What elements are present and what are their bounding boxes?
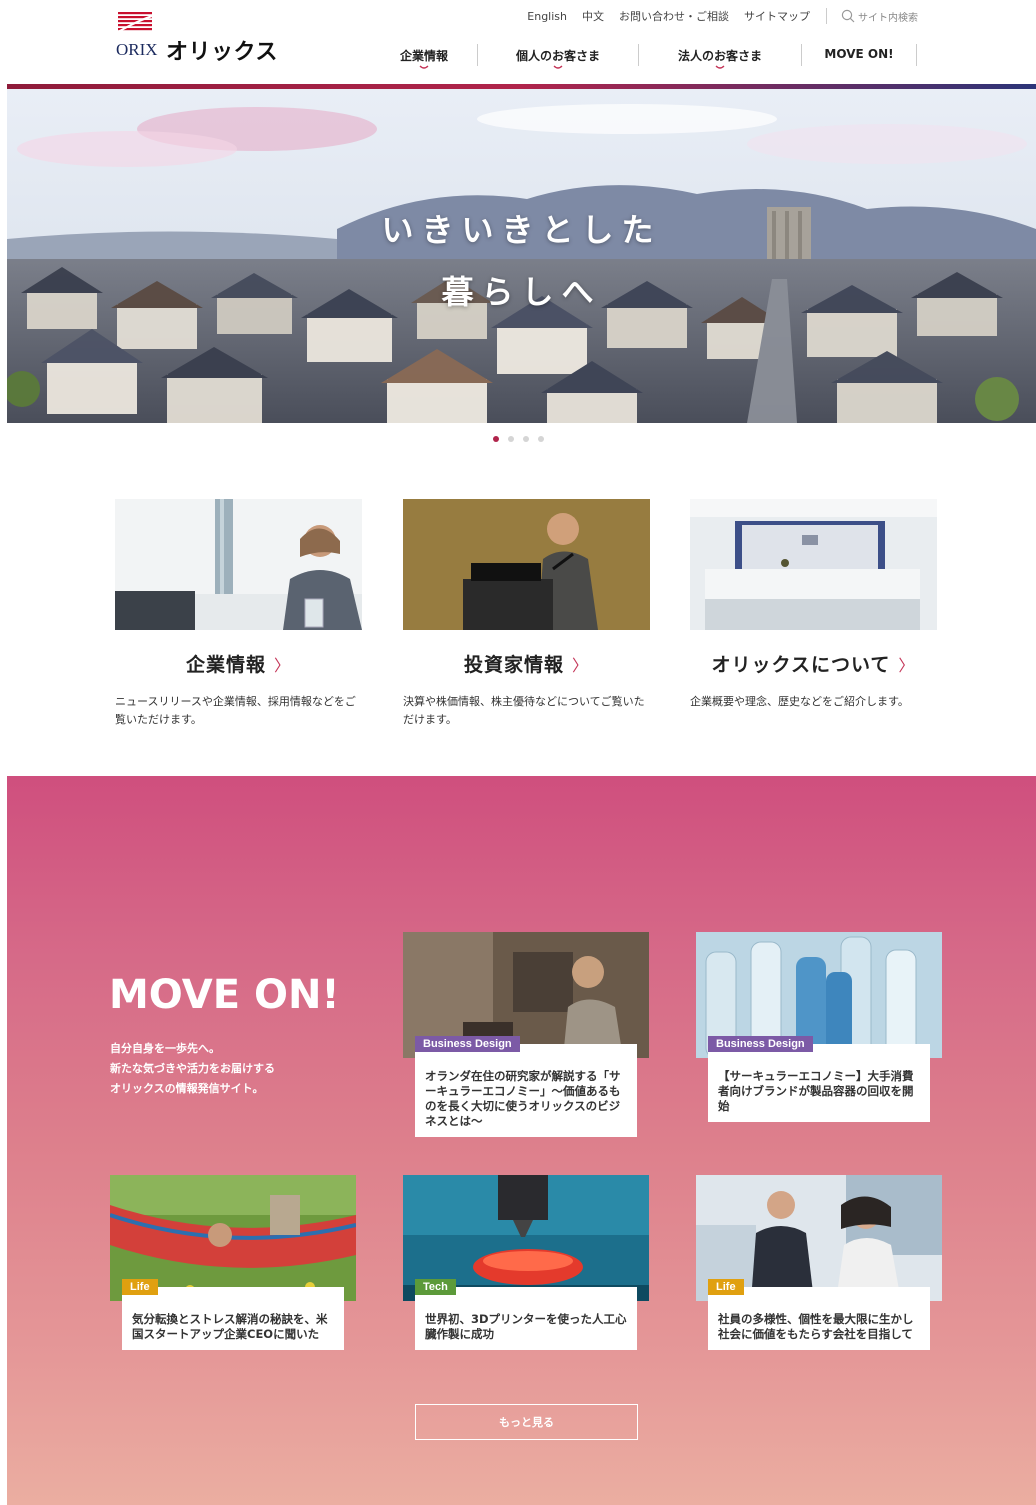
article-card[interactable]: Business Design 【サーキュラーエコノミー】大手消費者向けブランド… bbox=[696, 932, 942, 1122]
chevron-right-icon: 〉 bbox=[898, 656, 916, 675]
card-about[interactable]: オリックスについて〉 企業概要や理念、歴史などをご紹介します。 bbox=[690, 499, 937, 711]
moveon-logo[interactable]: MOVE ON! bbox=[109, 972, 340, 1018]
global-nav: 企業情報 個人のお客さま 法人のお客さま MOVE ON! bbox=[0, 40, 1036, 74]
hero-title-line2: 暮らしへ bbox=[441, 273, 602, 311]
orix-logo-mark-icon bbox=[117, 12, 153, 33]
businesswoman-office-photo bbox=[115, 499, 362, 630]
speaker-podium-photo bbox=[403, 499, 650, 630]
gnav-individual-label: 個人のお客さま bbox=[515, 49, 600, 63]
gnav-moveon[interactable]: MOVE ON! bbox=[820, 40, 898, 74]
chevron-right-icon: 〉 bbox=[274, 656, 292, 675]
moveon-section: MOVE ON! 自分自身を一歩先へ。 新たな気づきや活力をお届けする オリック… bbox=[7, 776, 1036, 1505]
card-investor[interactable]: 投資家情報〉 決算や株価情報、株主優待などについてご覧いただけます。 bbox=[403, 499, 650, 729]
gnav-divider bbox=[801, 44, 802, 66]
article-card[interactable]: Business Design オランダ在住の研究家が解説する「サーキュラーエコ… bbox=[403, 932, 649, 1137]
utility-divider bbox=[826, 8, 827, 24]
card-about-desc: 企業概要や理念、歴史などをご紹介します。 bbox=[690, 695, 909, 708]
card-corporate[interactable]: 企業情報〉 ニュースリリースや企業情報、採用情報などをご覧いただけます。 bbox=[115, 499, 362, 729]
moveon-desc-line: 自分自身を一歩先へ。 bbox=[110, 1042, 220, 1055]
category-tag: Tech bbox=[415, 1279, 456, 1295]
search-icon bbox=[841, 9, 855, 23]
article-title[interactable]: 世界初、3Dプリンターを使った人工心臓作製に成功 bbox=[425, 1312, 627, 1342]
article-title[interactable]: 社員の多様性、個性を最大限に生かし社会に価値をもたらす会社を目指して bbox=[718, 1312, 920, 1342]
article-text-box: Life 気分転換とストレス解消の秘訣を、米国スタートアップ企業CEOに聞いた bbox=[122, 1279, 344, 1350]
gnav-corporate-clients-label: 法人のお客さま bbox=[677, 49, 762, 63]
article-text-box: Tech 世界初、3Dプリンターを使った人工心臓作製に成功 bbox=[415, 1279, 637, 1350]
hero-town-photo bbox=[7, 89, 1036, 423]
see-more-button[interactable]: もっと見る bbox=[415, 1404, 638, 1440]
card-corporate-desc: ニュースリリースや企業情報、採用情報などをご覧いただけます。 bbox=[115, 695, 356, 726]
orix-reception-photo bbox=[690, 499, 937, 630]
slider-dot-2[interactable] bbox=[507, 436, 514, 442]
gnav-corporate[interactable]: 企業情報 bbox=[385, 40, 463, 74]
gnav-corporate-clients[interactable]: 法人のお客さま bbox=[662, 40, 778, 74]
slider-dot-3[interactable] bbox=[522, 436, 529, 442]
english-link[interactable]: English bbox=[527, 10, 567, 23]
utility-nav: English 中文 お問い合わせ・ご相談 サイトマップ サイト内検索 bbox=[512, 8, 918, 24]
category-tag: Business Design bbox=[415, 1036, 520, 1052]
slider-dots bbox=[0, 436, 1036, 442]
gnav-individual[interactable]: 個人のお客さま bbox=[500, 40, 616, 74]
slider-dot-4[interactable] bbox=[537, 436, 544, 442]
gnav-divider bbox=[638, 44, 639, 66]
article-card[interactable]: Tech 世界初、3Dプリンターを使った人工心臓作製に成功 bbox=[403, 1175, 649, 1350]
card-investor-title[interactable]: 投資家情報〉 bbox=[403, 650, 650, 677]
article-title[interactable]: オランダ在住の研究家が解説する「サーキュラーエコノミー」〜価値あるものを長く大切… bbox=[425, 1069, 627, 1129]
article-title[interactable]: 気分転換とストレス解消の秘訣を、米国スタートアップ企業CEOに聞いた bbox=[132, 1312, 334, 1342]
article-text-box: Business Design オランダ在住の研究家が解説する「サーキュラーエコ… bbox=[415, 1036, 637, 1137]
gnav-divider bbox=[916, 44, 917, 66]
chevron-down-icon bbox=[553, 65, 563, 69]
card-corporate-title[interactable]: 企業情報〉 bbox=[115, 650, 362, 677]
moveon-desc-line: 新たな気づきや活力をお届けする bbox=[110, 1062, 275, 1075]
sitemap-link[interactable]: サイトマップ bbox=[744, 8, 810, 24]
article-text-box: Life 社員の多様性、個性を最大限に生かし社会に価値をもたらす会社を目指して bbox=[708, 1279, 930, 1350]
category-tag: Business Design bbox=[708, 1036, 813, 1052]
category-tag: Life bbox=[708, 1279, 744, 1295]
article-title[interactable]: 【サーキュラーエコノミー】大手消費者向けブランドが製品容器の回収を開始 bbox=[718, 1069, 920, 1114]
gnav-corporate-label: 企業情報 bbox=[399, 49, 448, 63]
card-about-title[interactable]: オリックスについて〉 bbox=[690, 650, 937, 677]
article-card[interactable]: Life 社員の多様性、個性を最大限に生かし社会に価値をもたらす会社を目指して bbox=[696, 1175, 942, 1350]
hero-slider[interactable]: いきいきとした 暮らしへ bbox=[7, 89, 1036, 423]
moveon-description: 自分自身を一歩先へ。 新たな気づきや活力をお届けする オリックスの情報発信サイト… bbox=[110, 1039, 275, 1099]
search-placeholder: サイト内検索 bbox=[858, 12, 918, 24]
article-text-box: Business Design 【サーキュラーエコノミー】大手消費者向けブランド… bbox=[708, 1036, 930, 1122]
article-card[interactable]: Life 気分転換とストレス解消の秘訣を、米国スタートアップ企業CEOに聞いた bbox=[110, 1175, 356, 1350]
category-tag: Life bbox=[122, 1279, 158, 1295]
contact-link[interactable]: お問い合わせ・ご相談 bbox=[619, 8, 729, 24]
slider-dot-1[interactable] bbox=[492, 436, 499, 442]
gnav-moveon-label: MOVE ON! bbox=[824, 47, 894, 61]
chevron-right-icon: 〉 bbox=[572, 656, 590, 675]
gnav-divider bbox=[477, 44, 478, 66]
moveon-desc-line: オリックスの情報発信サイト。 bbox=[110, 1082, 264, 1095]
hero-title-line1: いきいきとした bbox=[381, 211, 662, 249]
site-search[interactable]: サイト内検索 bbox=[841, 9, 918, 24]
site-header: ORIX オリックス English 中文 お問い合わせ・ご相談 サイトマップ … bbox=[0, 0, 1036, 84]
chevron-down-icon bbox=[419, 65, 429, 69]
card-investor-desc: 決算や株価情報、株主優待などについてご覧いただけます。 bbox=[403, 695, 645, 726]
chevron-down-icon bbox=[715, 65, 725, 69]
chinese-link[interactable]: 中文 bbox=[582, 8, 604, 24]
